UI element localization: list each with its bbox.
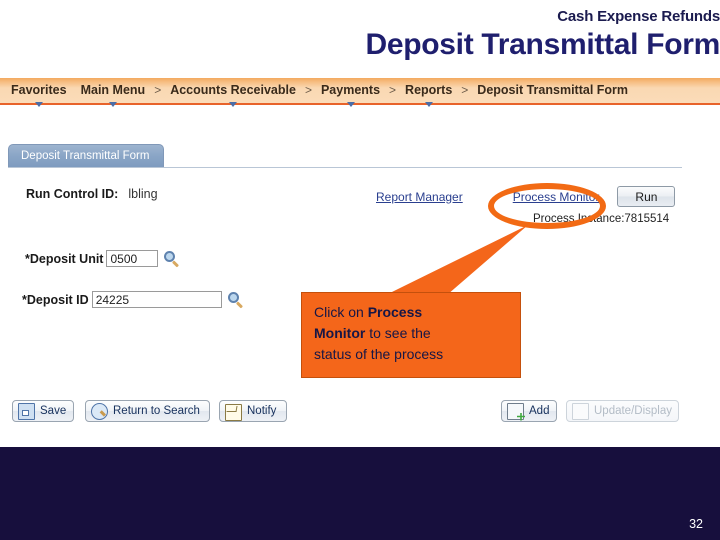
breadcrumb-items: Favorites Main Menu > Accounts Receivable > P… bbox=[0, 78, 635, 107]
breadcrumb-item-payments[interactable]: Payments bbox=[314, 78, 387, 107]
report-manager-link[interactable]: Report Manager bbox=[376, 190, 463, 204]
add-button-label: Add bbox=[529, 405, 550, 417]
breadcrumb-separator: > bbox=[389, 83, 397, 97]
page-title: Deposit Transmittal Form bbox=[365, 28, 720, 61]
deposit-unit-input[interactable] bbox=[106, 250, 159, 267]
form-toolbar: Save Return to Search Notify Add Update/… bbox=[0, 398, 720, 428]
save-button[interactable]: Save bbox=[12, 400, 74, 422]
tab-deposit-transmittal-form[interactable]: Deposit Transmittal Form bbox=[8, 144, 165, 167]
notify-button[interactable]: Notify bbox=[219, 400, 287, 422]
page-number: 32 bbox=[689, 517, 703, 531]
return-to-search-button[interactable]: Return to Search bbox=[85, 400, 210, 422]
magnifier-icon[interactable] bbox=[227, 291, 244, 309]
add-button[interactable]: Add bbox=[501, 400, 557, 422]
update-display-label: Update/Display bbox=[594, 405, 672, 417]
callout-line-3: status of the process bbox=[314, 346, 444, 362]
breadcrumb-item-main-menu[interactable]: Main Menu bbox=[74, 78, 153, 107]
breadcrumb: Favorites Main Menu > Accounts Receivable > P… bbox=[0, 78, 720, 107]
deposit-unit-label: *Deposit Unit bbox=[25, 251, 104, 266]
magnifier-icon[interactable] bbox=[164, 250, 180, 268]
breadcrumb-item-reports[interactable]: Reports bbox=[398, 78, 459, 107]
slide-footer: 32 bbox=[0, 447, 720, 540]
add-document-icon bbox=[507, 402, 524, 420]
run-control-id-value: lbling bbox=[128, 187, 158, 201]
deposit-unit-row: *Deposit Unit bbox=[25, 250, 180, 268]
run-button[interactable]: Run bbox=[617, 186, 676, 207]
breadcrumb-separator: > bbox=[304, 83, 312, 97]
highlight-ellipse bbox=[488, 183, 606, 229]
search-icon bbox=[91, 403, 108, 420]
deposit-id-row: *Deposit ID bbox=[22, 291, 244, 309]
floppy-disk-icon bbox=[18, 402, 35, 420]
return-to-search-label: Return to Search bbox=[113, 405, 200, 417]
annotation-callout: Click on Process Monitor to see the stat… bbox=[301, 292, 521, 378]
slide-subtitle: Cash Expense Refunds bbox=[557, 8, 720, 25]
envelope-icon bbox=[225, 403, 242, 421]
run-control-id-label: Run Control ID: bbox=[26, 187, 119, 201]
breadcrumb-separator: > bbox=[154, 83, 162, 97]
slide-header: Cash Expense Refunds Deposit Transmittal… bbox=[0, 0, 720, 78]
run-control-id-row: Run Control ID: lbling bbox=[26, 187, 158, 201]
callout-line-2: Monitor to see the bbox=[314, 325, 431, 341]
deposit-id-label: *Deposit ID bbox=[22, 292, 89, 307]
breadcrumb-item-accounts-receivable[interactable]: Accounts Receivable bbox=[163, 78, 303, 107]
document-icon bbox=[572, 402, 589, 420]
callout-line-1: Click on Process bbox=[314, 304, 423, 320]
tab-underline bbox=[8, 167, 682, 168]
breadcrumb-separator: > bbox=[461, 83, 469, 97]
update-display-button: Update/Display bbox=[566, 400, 679, 422]
breadcrumb-item-favorites[interactable]: Favorites bbox=[4, 78, 74, 107]
notify-button-label: Notify bbox=[247, 405, 277, 417]
breadcrumb-item-deposit-transmittal-form[interactable]: Deposit Transmittal Form bbox=[470, 78, 635, 103]
save-button-label: Save bbox=[40, 405, 67, 417]
deposit-id-input[interactable] bbox=[91, 291, 222, 308]
